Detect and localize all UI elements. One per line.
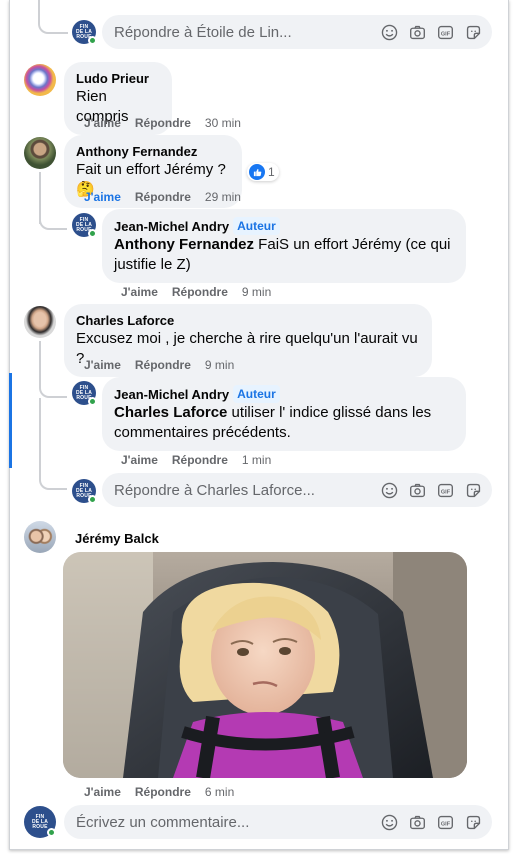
camera-icon[interactable] bbox=[408, 23, 426, 41]
like-button[interactable]: J'aime bbox=[121, 285, 158, 299]
comment-author[interactable]: Ludo Prieur bbox=[76, 70, 160, 87]
like-button[interactable]: J'aime bbox=[84, 190, 121, 204]
sticker-icon[interactable] bbox=[464, 23, 482, 41]
reply-button[interactable]: Répondre bbox=[135, 785, 191, 799]
author-badge: Auteur bbox=[233, 217, 280, 235]
timestamp[interactable]: 6 min bbox=[205, 785, 234, 799]
comment-actions: J'aime Répondre 6 min bbox=[84, 784, 248, 800]
timestamp[interactable]: 1 min bbox=[242, 453, 271, 467]
avatar-anthony-fernandez[interactable] bbox=[24, 137, 56, 169]
online-indicator bbox=[88, 495, 97, 504]
avatar-jeremy-balck[interactable] bbox=[24, 521, 56, 553]
like-button[interactable]: J'aime bbox=[121, 453, 158, 467]
reply-button[interactable]: Répondre bbox=[135, 190, 191, 204]
thread-line bbox=[39, 398, 41, 468]
timestamp[interactable]: 29 min bbox=[205, 190, 241, 204]
timestamp[interactable]: 9 min bbox=[242, 285, 271, 299]
avatar-ludo-prieur[interactable] bbox=[24, 64, 56, 96]
thread-connector bbox=[39, 466, 67, 490]
comment-actions: J'aime Répondre 29 min bbox=[84, 189, 255, 205]
gif-icon[interactable]: GIF bbox=[436, 481, 454, 499]
reply-box-charles[interactable]: Répondre à Charles Laforce... GIF bbox=[102, 473, 492, 507]
reply-button[interactable]: Répondre bbox=[172, 285, 228, 299]
comment-author[interactable]: Anthony Fernandez bbox=[76, 143, 230, 160]
gif-icon[interactable]: GIF bbox=[436, 23, 454, 41]
mention-link[interactable]: Charles Laforce bbox=[114, 404, 227, 421]
like-button[interactable]: J'aime bbox=[84, 785, 121, 799]
mention-link[interactable]: Anthony Fernandez bbox=[114, 236, 254, 253]
gif-icon[interactable]: GIF bbox=[436, 813, 454, 831]
comment-actions: J'aime Répondre 9 min bbox=[84, 357, 248, 373]
comment-author[interactable]: Jean-Michel Andry bbox=[114, 387, 229, 402]
thread-connector bbox=[39, 376, 67, 398]
sticker-icon[interactable] bbox=[464, 813, 482, 831]
comment-actions: J'aime Répondre 30 min bbox=[84, 115, 255, 131]
reply-input-charles[interactable]: Répondre à Charles Laforce... bbox=[114, 482, 380, 499]
reply-button[interactable]: Répondre bbox=[135, 358, 191, 372]
comment-box[interactable]: Écrivez un commentaire... GIF bbox=[64, 805, 492, 839]
like-button[interactable]: J'aime bbox=[84, 116, 121, 130]
reaction-count[interactable]: 1 bbox=[247, 163, 279, 181]
timestamp[interactable]: 30 min bbox=[205, 116, 241, 130]
reply-button[interactable]: Répondre bbox=[135, 116, 191, 130]
reply-box-etoile[interactable]: Répondre à Étoile de Lin... GIF bbox=[102, 15, 492, 49]
reply-input-etoile[interactable]: Répondre à Étoile de Lin... bbox=[114, 24, 380, 41]
comment-author[interactable]: Jérémy Balck bbox=[75, 530, 159, 547]
comment-actions: J'aime Répondre 9 min bbox=[121, 284, 285, 300]
author-badge: Auteur bbox=[233, 385, 280, 403]
like-button[interactable]: J'aime bbox=[84, 358, 121, 372]
gif-image[interactable] bbox=[63, 552, 467, 778]
comment-author[interactable]: Jean-Michel Andry bbox=[114, 219, 229, 234]
timestamp[interactable]: 9 min bbox=[205, 358, 234, 372]
thread-connector bbox=[39, 208, 67, 230]
smiley-icon[interactable] bbox=[380, 813, 398, 831]
thread-connector bbox=[38, 0, 68, 34]
svg-text:GIF: GIF bbox=[440, 821, 450, 827]
camera-icon[interactable] bbox=[408, 813, 426, 831]
comment-bubble: Jean-Michel Andry Auteur Charles Laforce … bbox=[102, 377, 466, 451]
comment-input[interactable]: Écrivez un commentaire... bbox=[76, 814, 380, 831]
svg-text:GIF: GIF bbox=[440, 489, 450, 495]
comment-bubble: Jean-Michel Andry Auteur Anthony Fernande… bbox=[102, 209, 466, 283]
camera-icon[interactable] bbox=[408, 481, 426, 499]
smiley-icon[interactable] bbox=[380, 481, 398, 499]
online-indicator bbox=[88, 36, 97, 45]
online-indicator bbox=[47, 828, 56, 837]
avatar-charles-laforce[interactable] bbox=[24, 306, 56, 338]
svg-text:GIF: GIF bbox=[440, 31, 450, 37]
reaction-number: 1 bbox=[268, 165, 275, 179]
reply-button[interactable]: Répondre bbox=[172, 453, 228, 467]
thread-line bbox=[39, 341, 41, 381]
online-indicator bbox=[88, 397, 97, 406]
online-indicator bbox=[88, 229, 97, 238]
comment-actions: J'aime Répondre 1 min bbox=[121, 452, 285, 468]
smiley-icon[interactable] bbox=[380, 23, 398, 41]
comment-author[interactable]: Charles Laforce bbox=[76, 312, 420, 329]
sticker-icon[interactable] bbox=[464, 481, 482, 499]
new-reply-highlight bbox=[9, 373, 12, 468]
like-icon bbox=[249, 164, 265, 180]
